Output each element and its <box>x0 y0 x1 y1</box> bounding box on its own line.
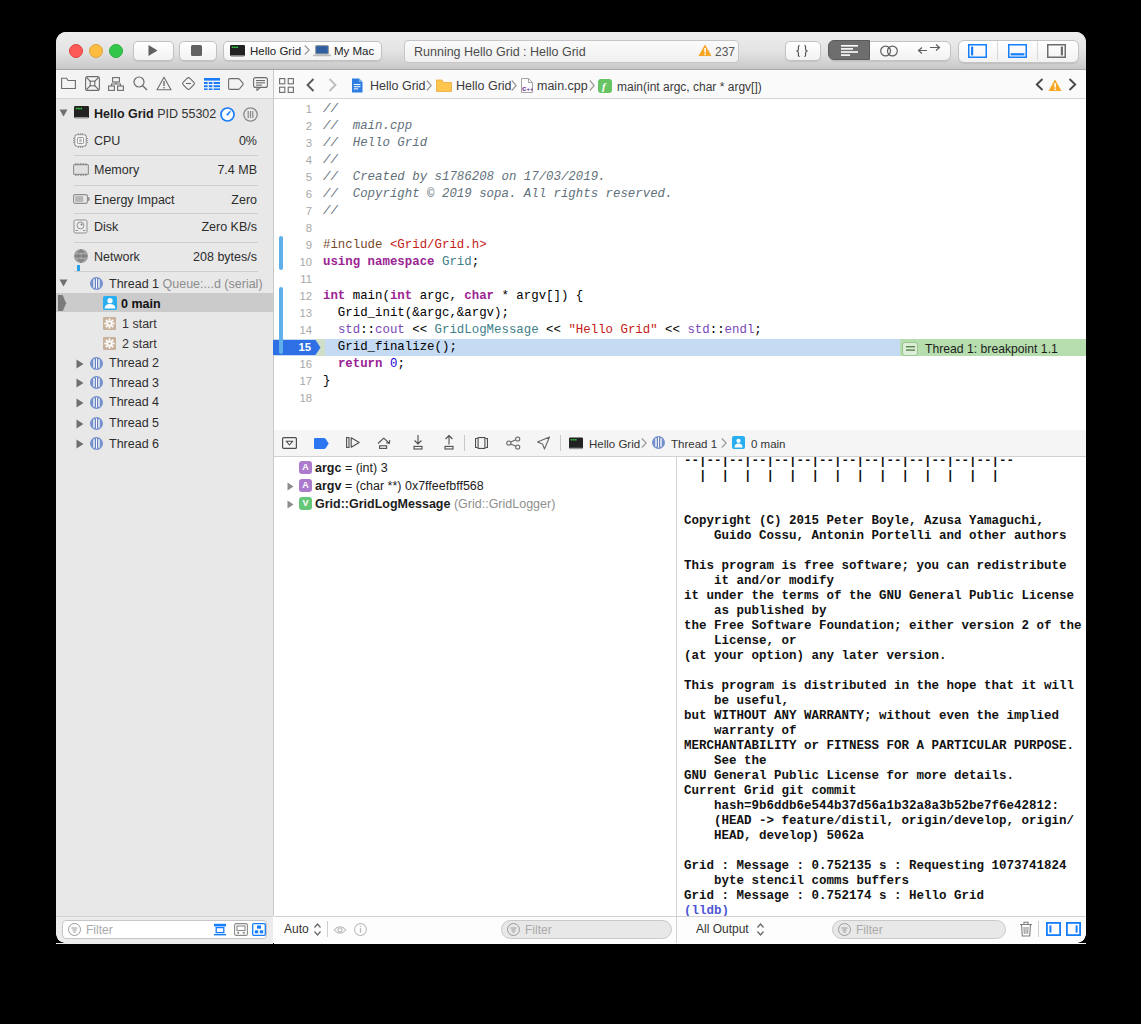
svg-text:c++: c++ <box>522 84 533 93</box>
